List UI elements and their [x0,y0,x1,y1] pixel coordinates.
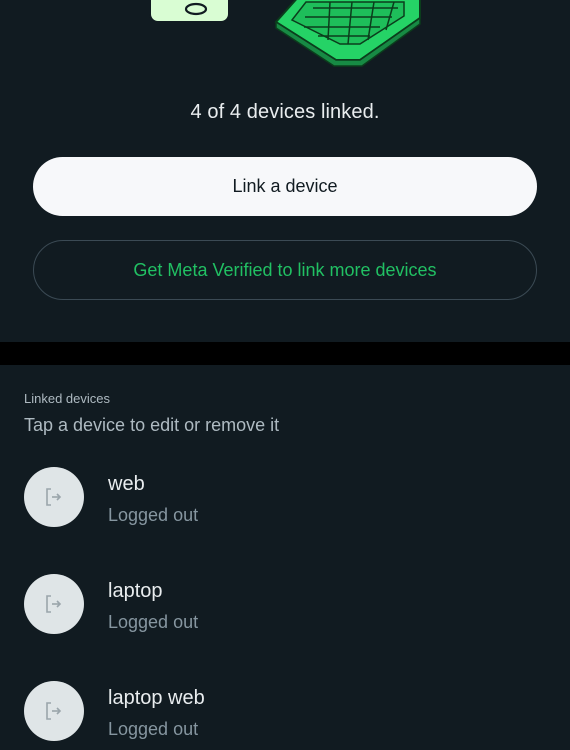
device-status: Logged out [108,612,199,632]
link-device-button[interactable]: Link a device [33,157,537,216]
device-status: Logged out [108,505,199,525]
meta-verified-button[interactable]: Get Meta Verified to link more devices [33,240,537,300]
logout-icon [46,702,62,720]
laptop-illustration [274,0,421,67]
device-status: Logged out [108,719,199,739]
device-avatar [24,467,84,527]
linked-count-text: 4 of 4 devices linked. [190,101,380,123]
section-label: Linked devices [24,391,110,406]
device-avatar [24,681,84,741]
device-avatar [24,574,84,634]
header-section: 4 of 4 devices linked. Link a device Get… [0,0,570,342]
logout-icon [46,488,62,506]
device-name: web [108,473,145,495]
linked-devices-screen: 4 of 4 devices linked. Link a device Get… [0,0,570,750]
phone-illustration [149,0,230,23]
section-hint: Tap a device to edit or remove it [24,415,280,435]
logout-icon [46,595,62,613]
device-name: laptop [108,580,163,602]
section-divider [0,342,570,365]
device-item-web[interactable]: web Logged out [0,467,570,547]
device-name: laptop web [108,687,205,709]
linked-devices-section: Linked devices Tap a device to edit or r… [0,365,570,750]
device-item-laptop[interactable]: laptop Logged out [0,574,570,654]
devices-illustration [149,0,421,67]
device-item-laptop-web[interactable]: laptop web Logged out [0,681,570,750]
